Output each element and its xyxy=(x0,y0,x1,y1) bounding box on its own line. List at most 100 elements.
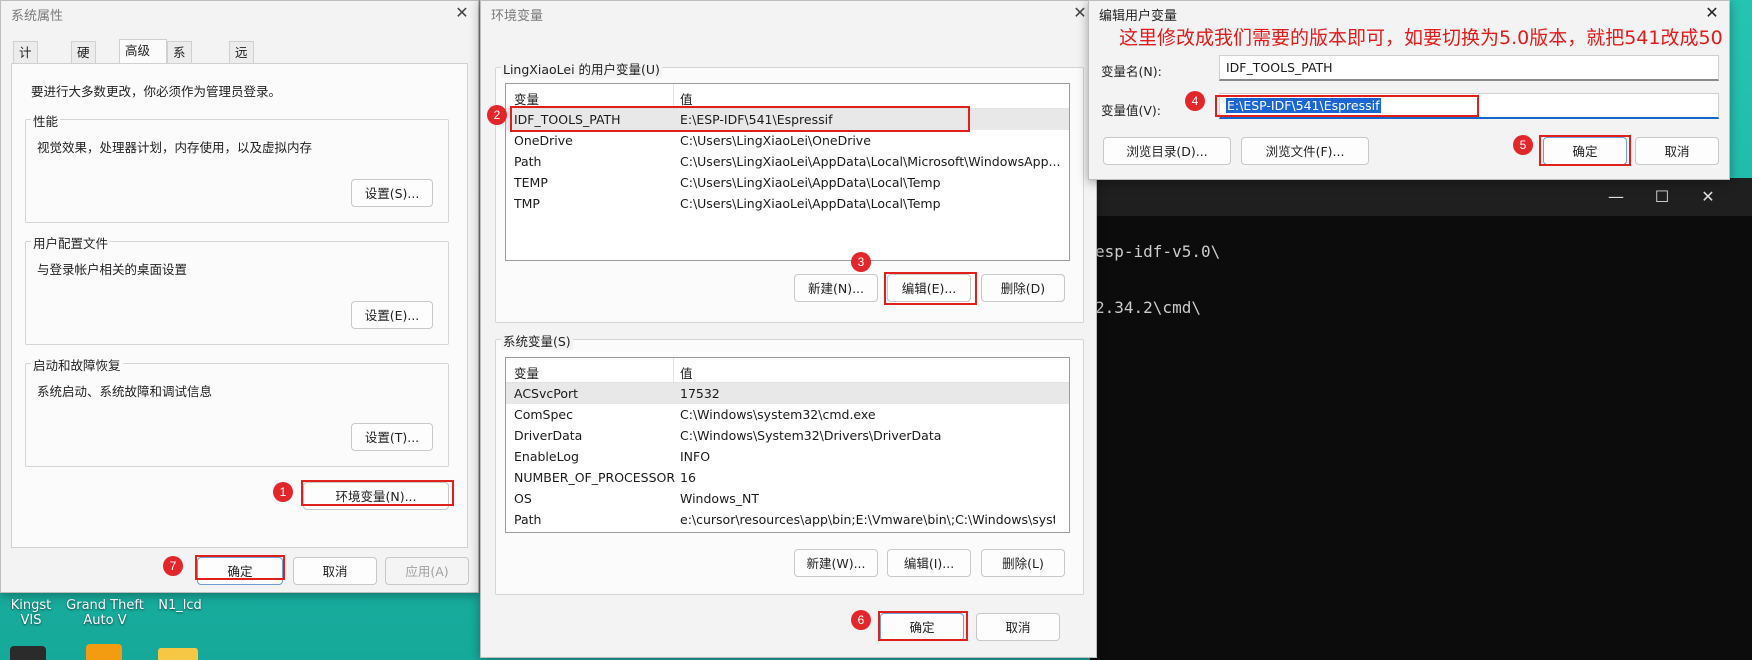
system-variables-list[interactable]: 变量 值 ACSvcPort 17532 ComSpec C:\Windows\… xyxy=(505,357,1070,533)
row-value: C:\Users\LingXiaoLei\OneDrive xyxy=(680,133,871,148)
ok-button[interactable]: 确定 xyxy=(197,557,283,585)
close-icon[interactable]: ✕ xyxy=(1701,3,1723,23)
browse-file-button[interactable]: 浏览文件(F)... xyxy=(1241,137,1369,165)
table-row[interactable]: TEMP C:\Users\LingXiaoLei\AppData\Local\… xyxy=(506,172,1069,193)
startup-recovery-settings-button[interactable]: 设置(T)... xyxy=(351,423,433,451)
list-header: 变量 值 xyxy=(506,358,1069,383)
close-icon[interactable]: ✕ xyxy=(451,3,473,23)
row-name: ACSvcPort xyxy=(514,386,579,401)
list-header: 变量 值 xyxy=(506,84,1069,109)
terminal-line: esp-idf-v5.0\ xyxy=(1095,242,1221,261)
system-variables-label: 系统变量(S) xyxy=(501,331,573,350)
user-profiles-settings-button[interactable]: 设置(E)... xyxy=(351,301,433,329)
environment-variables-button[interactable]: 环境变量(N)... xyxy=(303,482,449,510)
performance-label: 性能 xyxy=(31,111,61,130)
table-row[interactable]: ComSpec C:\Windows\system32\cmd.exe xyxy=(506,404,1069,425)
maximize-icon[interactable]: ☐ xyxy=(1648,184,1676,210)
terminal-titlebar[interactable]: — ☐ ✕ xyxy=(1090,178,1752,216)
column-header-variable[interactable]: 变量 xyxy=(514,89,539,108)
column-separator[interactable] xyxy=(673,84,674,108)
table-row[interactable]: ACSvcPort 17532 xyxy=(506,383,1069,404)
performance-desc: 视觉效果，处理器计划，内存使用，以及虚拟内存 xyxy=(37,140,313,155)
table-row[interactable]: Path e:\cursor\resources\app\bin;E:\Vmwa… xyxy=(506,509,1069,530)
dialog-title: 编辑用户变量 xyxy=(1099,9,1178,24)
step-badge-5: 5 xyxy=(1513,135,1533,155)
column-separator[interactable] xyxy=(673,358,674,382)
row-value: C:\Users\LingXiaoLei\AppData\Local\Micro… xyxy=(680,154,1061,169)
table-row[interactable]: IDF_TOOLS_PATH E:\ESP-IDF\541\Espressif xyxy=(506,109,1069,130)
user-edit-button[interactable]: 编辑(E)... xyxy=(887,274,971,302)
table-row[interactable]: EnableLog INFO xyxy=(506,446,1069,467)
variable-name-field[interactable]: IDF_TOOLS_PATH xyxy=(1219,55,1719,81)
row-value: e:\cursor\resources\app\bin;E:\Vmware\bi… xyxy=(680,512,1055,527)
user-variables-list[interactable]: 变量 值 IDF_TOOLS_PATH E:\ESP-IDF\541\Espre… xyxy=(505,83,1070,261)
step-badge-2: 2 xyxy=(487,105,507,125)
row-value: C:\Users\LingXiaoLei\AppData\Local\Temp xyxy=(680,196,941,211)
desktop-icon-gta-v[interactable]: Grand Theft Auto V xyxy=(66,598,144,628)
table-row[interactable]: OS Windows_NT xyxy=(506,488,1069,509)
tab-remote[interactable]: 远程 xyxy=(229,41,254,82)
table-row[interactable]: NUMBER_OF_PROCESSORS 16 xyxy=(506,467,1069,488)
edit-user-variable-dialog[interactable]: 编辑用户变量 ✕ 这里修改成我们需要的版本即可，如要切换为5.0版本，就把541… xyxy=(1088,0,1730,180)
cancel-button[interactable]: 取消 xyxy=(293,557,377,585)
step-badge-7: 7 xyxy=(163,556,183,576)
row-name: DriverData xyxy=(514,428,583,443)
row-name: OneDrive xyxy=(514,133,573,148)
admin-note: 要进行大多数更改，你必须作为管理员登录。 xyxy=(31,84,282,99)
step-badge-1: 1 xyxy=(273,482,293,502)
table-row[interactable]: Path C:\Users\LingXiaoLei\AppData\Local\… xyxy=(506,151,1069,172)
step-badge-6: 6 xyxy=(851,610,871,630)
selected-value-text: E:\ESP-IDF\541\Espressif xyxy=(1226,98,1381,113)
system-new-button[interactable]: 新建(W)... xyxy=(794,549,878,577)
user-delete-button[interactable]: 删除(D) xyxy=(981,274,1065,302)
row-value: C:\Windows\System32\Drivers\DriverData xyxy=(680,428,942,443)
performance-settings-button[interactable]: 设置(S)... xyxy=(351,179,433,207)
row-name: ComSpec xyxy=(514,407,573,422)
system-properties-dialog[interactable]: 系统属性 ✕ 计算机名 硬件 高级 系统保护 远程 要进行大多数更改，你必须作为… xyxy=(0,0,479,593)
terminal-window[interactable]: — ☐ ✕ esp-idf-v5.0\ 2.34.2\cmd\ xyxy=(1090,178,1752,660)
system-delete-button[interactable]: 删除(L) xyxy=(981,549,1065,577)
instruction-annotation: 这里修改成我们需要的版本即可，如要切换为5.0版本，就把541改成50 xyxy=(1119,27,1723,49)
user-profiles-desc: 与登录帐户相关的桌面设置 xyxy=(37,262,188,277)
browse-directory-button[interactable]: 浏览目录(D)... xyxy=(1103,137,1231,165)
step-badge-3: 3 xyxy=(851,252,871,272)
app-icon[interactable] xyxy=(10,646,46,660)
startup-recovery-desc: 系统启动、系统故障和调试信息 xyxy=(37,384,213,399)
row-value: 16 xyxy=(680,470,696,485)
folder-icon[interactable] xyxy=(158,648,198,660)
minimize-icon[interactable]: — xyxy=(1602,184,1630,210)
apply-button[interactable]: 应用(A) xyxy=(385,557,469,585)
environment-variables-dialog[interactable]: 环境变量 ✕ LingXiaoLei 的用户变量(U) 变量 值 IDF_TOO… xyxy=(480,0,1097,658)
tab-system-protection[interactable]: 系统保护 xyxy=(167,41,192,126)
row-name: Path xyxy=(514,154,542,169)
row-name: IDF_TOOLS_PATH xyxy=(514,112,621,127)
row-name: EnableLog xyxy=(514,449,579,464)
game-icon[interactable] xyxy=(86,644,122,660)
system-edit-button[interactable]: 编辑(I)... xyxy=(887,549,971,577)
ok-button[interactable]: 确定 xyxy=(1543,137,1627,165)
cancel-button[interactable]: 取消 xyxy=(1635,137,1719,165)
terminal-line: 2.34.2\cmd\ xyxy=(1095,298,1201,317)
tab-advanced[interactable]: 高级 xyxy=(119,39,167,63)
row-value: E:\ESP-IDF\541\Espressif xyxy=(680,112,833,127)
column-header-value[interactable]: 值 xyxy=(680,363,693,382)
column-header-value[interactable]: 值 xyxy=(680,89,693,108)
table-row[interactable]: OneDrive C:\Users\LingXiaoLei\OneDrive xyxy=(506,130,1069,151)
dialog-title: 环境变量 xyxy=(491,9,544,24)
desktop-icon-kingst-vis[interactable]: Kingst VIS xyxy=(0,598,62,628)
close-icon[interactable]: ✕ xyxy=(1694,184,1722,210)
row-value: INFO xyxy=(680,449,711,464)
tab-computer-name[interactable]: 计算机名 xyxy=(13,41,38,126)
user-new-button[interactable]: 新建(N)... xyxy=(794,274,878,302)
table-row[interactable]: DriverData C:\Windows\System32\Drivers\D… xyxy=(506,425,1069,446)
tab-hardware[interactable]: 硬件 xyxy=(71,41,96,82)
desktop-icon-n1-lcd[interactable]: N1_lcd xyxy=(152,598,208,613)
cancel-button[interactable]: 取消 xyxy=(976,613,1060,641)
ok-button[interactable]: 确定 xyxy=(880,613,964,641)
table-row[interactable]: TMP C:\Users\LingXiaoLei\AppData\Local\T… xyxy=(506,193,1069,214)
variable-value-label: 变量值(V): xyxy=(1101,103,1162,118)
variable-name-label: 变量名(N): xyxy=(1101,64,1162,79)
column-header-variable[interactable]: 变量 xyxy=(514,363,539,382)
row-name: NUMBER_OF_PROCESSORS xyxy=(514,470,676,485)
variable-value-field[interactable]: E:\ESP-IDF\541\Espressif xyxy=(1219,93,1719,119)
